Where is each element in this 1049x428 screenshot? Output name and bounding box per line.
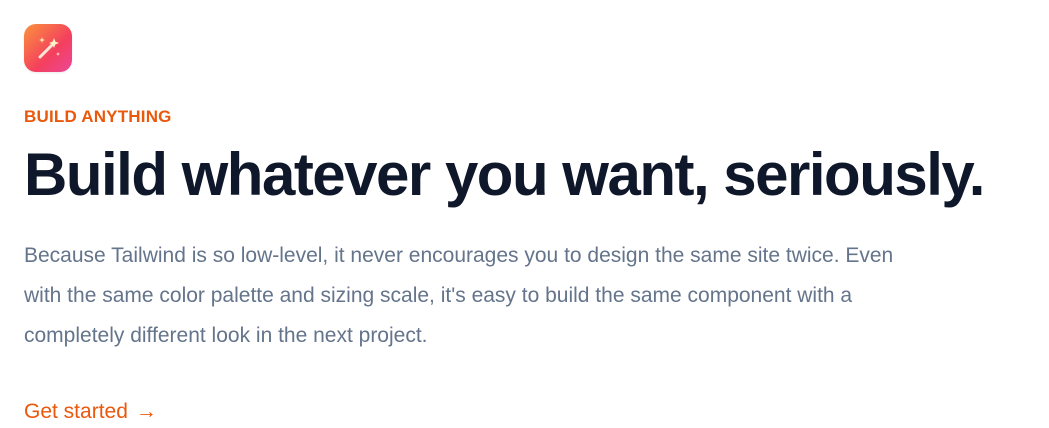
feature-section: Build anything Build whatever you want, … [0, 0, 1049, 428]
eyebrow-label: Build anything [24, 107, 172, 126]
description-text: Because Tailwind is so low-level, it nev… [24, 244, 894, 347]
page-title: Build whatever you want, seriously. [24, 141, 985, 208]
get-started-link[interactable]: Get started → [24, 397, 157, 427]
arrow-right-icon: → [135, 400, 157, 423]
get-started-label: Get started [24, 400, 128, 423]
magic-wand-icon [24, 24, 72, 72]
